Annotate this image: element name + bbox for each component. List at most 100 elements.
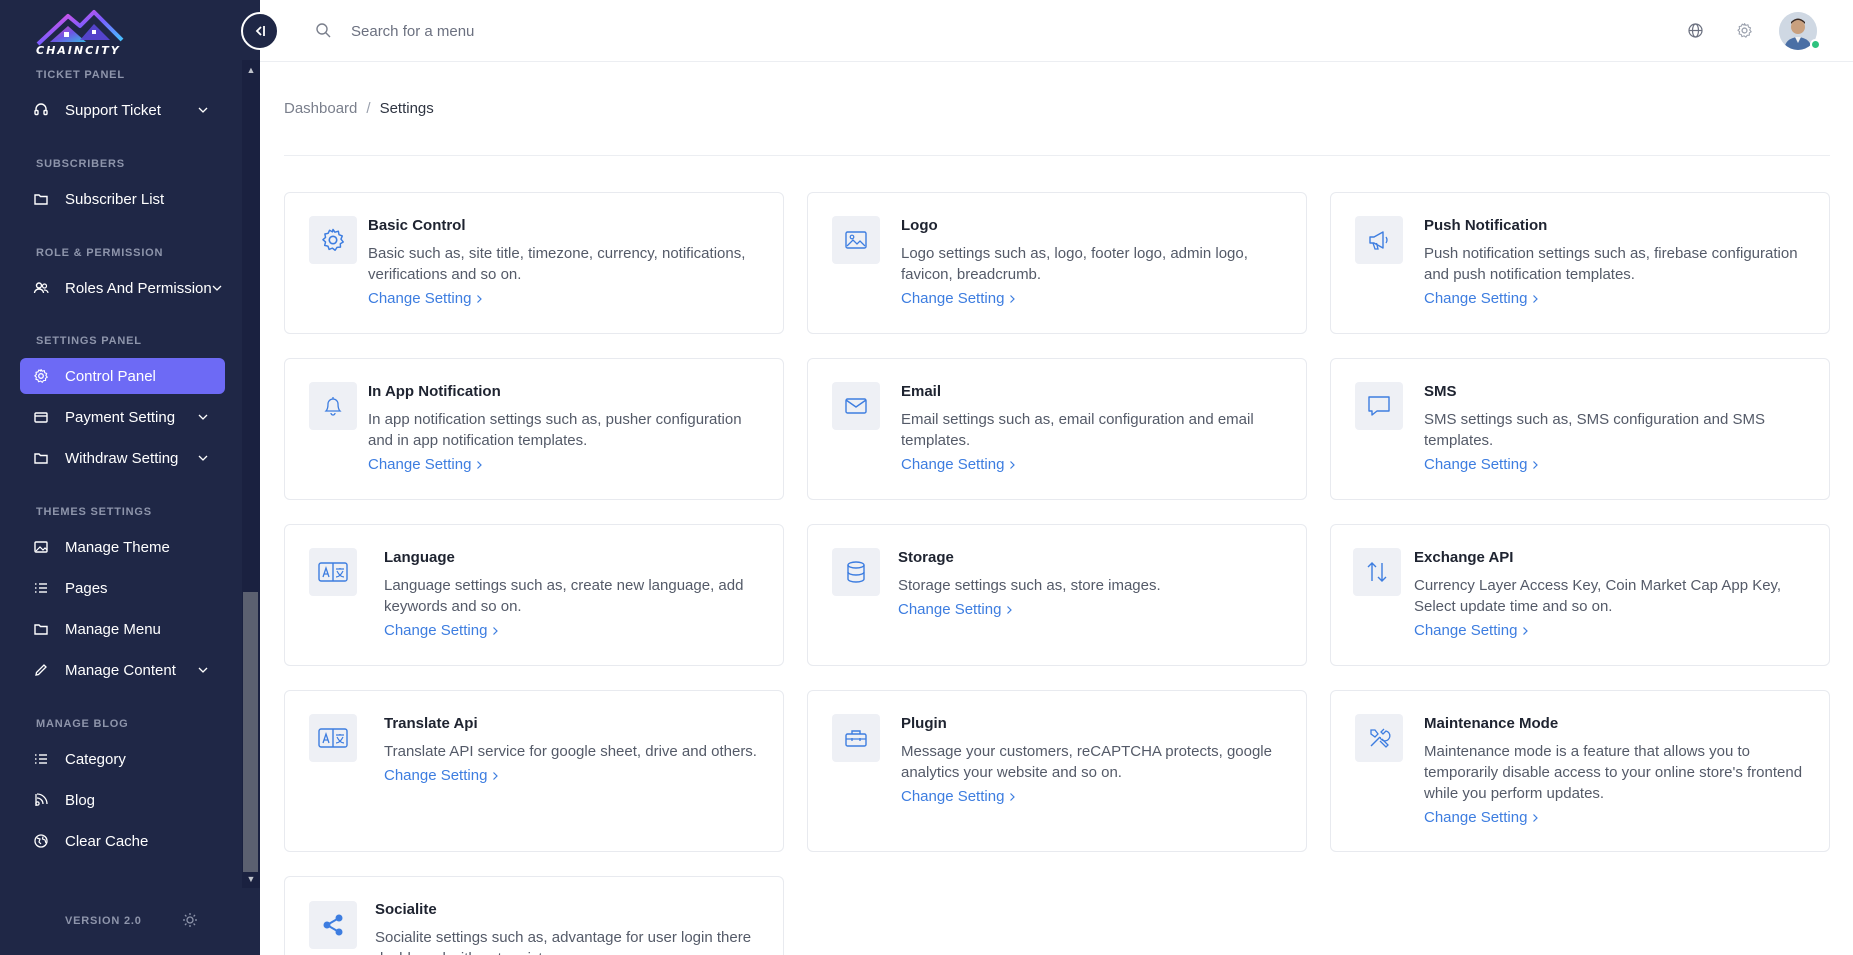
settings-card-translate-api[interactable]: Translate Api Translate API service for … — [284, 690, 784, 852]
sidebar-item-pages[interactable]: Pages — [20, 570, 225, 606]
sidebar-item-withdraw-setting[interactable]: Withdraw Setting — [20, 440, 225, 476]
sidebar-item-label: Support Ticket — [65, 101, 161, 119]
change-setting-link[interactable]: Change Setting — [368, 456, 483, 473]
change-setting-label: Change Setting — [901, 456, 1005, 473]
change-setting-link[interactable]: Change Setting — [384, 767, 499, 784]
list-icon — [33, 580, 49, 596]
section-title-manage-blog: MANAGE BLOG — [36, 718, 129, 730]
chevron-right-icon — [1007, 605, 1013, 614]
section-title-ticket-panel: TICKET PANEL — [36, 69, 125, 81]
sidebar-item-payment-setting[interactable]: Payment Setting — [20, 399, 225, 435]
change-setting-link[interactable]: Change Setting — [901, 456, 1016, 473]
change-setting-label: Change Setting — [368, 290, 472, 307]
settings-gear-icon[interactable] — [1736, 22, 1753, 39]
settings-card-push-notification[interactable]: Push Notification Push notification sett… — [1330, 192, 1830, 334]
card-description: Push notification settings such as, fire… — [1424, 245, 1798, 283]
sun-icon[interactable] — [182, 912, 198, 928]
sidebar-item-manage-theme[interactable]: Manage Theme — [20, 529, 225, 565]
sidebar-item-support-ticket[interactable]: Support Ticket — [20, 92, 225, 128]
settings-card-language[interactable]: Language Language settings such as, crea… — [284, 524, 784, 666]
header-divider — [284, 155, 1830, 156]
settings-card-socialite[interactable]: Socialite Socialite settings such as, ad… — [284, 876, 784, 955]
section-title-themes-settings: THEMES SETTINGS — [36, 506, 152, 518]
search-input[interactable] — [351, 18, 751, 44]
pencil-icon — [33, 662, 49, 678]
globe-icon[interactable] — [1687, 22, 1704, 39]
settings-card-logo[interactable]: Logo Logo settings such as, logo, footer… — [807, 192, 1307, 334]
settings-card-in-app-notification[interactable]: In App Notification In app notification … — [284, 358, 784, 500]
chat-icon — [1355, 382, 1403, 430]
sidebar-item-label: Manage Menu — [65, 620, 161, 638]
sidebar-item-manage-menu[interactable]: Manage Menu — [20, 611, 225, 647]
breadcrumb-current: Settings — [379, 100, 434, 117]
card-description: Email settings such as, email configurat… — [901, 411, 1254, 449]
change-setting-label: Change Setting — [1424, 456, 1528, 473]
settings-card-sms[interactable]: SMS SMS settings such as, SMS configurat… — [1330, 358, 1830, 500]
gear-icon — [309, 216, 357, 264]
sidebar-item-clear-cache[interactable]: Clear Cache — [20, 823, 225, 859]
chevron-right-icon — [1533, 813, 1539, 822]
card-description: Basic such as, site title, timezone, cur… — [368, 245, 746, 283]
change-setting-link[interactable]: Change Setting — [1424, 290, 1539, 307]
chevron-right-icon — [1010, 460, 1016, 469]
change-setting-label: Change Setting — [384, 622, 488, 639]
card-description: Currency Layer Access Key, Coin Market C… — [1414, 577, 1782, 615]
change-setting-link[interactable]: Change Setting — [901, 290, 1016, 307]
change-setting-label: Change Setting — [901, 290, 1005, 307]
sidebar-item-label: Withdraw Setting — [65, 449, 179, 467]
chevron-right-icon — [493, 771, 499, 780]
wallet-icon — [33, 450, 49, 466]
online-status-dot — [1810, 39, 1821, 50]
change-setting-link[interactable]: Change Setting — [1414, 622, 1529, 639]
change-setting-link[interactable]: Change Setting — [368, 290, 483, 307]
translate-icon — [309, 548, 357, 596]
card-description: Maintenance mode is a feature that allow… — [1424, 743, 1803, 802]
sidebar-item-manage-content[interactable]: Manage Content — [20, 652, 225, 688]
scroll-up-icon[interactable]: ▲ — [245, 64, 257, 76]
globe-icon — [33, 833, 49, 849]
change-setting-label: Change Setting — [1424, 809, 1528, 826]
change-setting-link[interactable]: Change Setting — [898, 601, 1013, 618]
scroll-down-icon[interactable]: ▼ — [245, 873, 257, 885]
sidebar-item-blog[interactable]: Blog — [20, 782, 225, 818]
sidebar-item-category[interactable]: Category — [20, 741, 225, 777]
card-title: Maintenance Mode — [1424, 715, 1559, 732]
image-icon — [33, 539, 49, 555]
gear-icon — [33, 368, 49, 384]
chevron-down-icon — [212, 282, 222, 294]
change-setting-link[interactable]: Change Setting — [901, 788, 1016, 805]
settings-card-exchange-api[interactable]: Exchange API Currency Layer Access Key, … — [1330, 524, 1830, 666]
sidebar: CHAINCITY ▲ ▼ TICKET PANEL Support Ticke… — [0, 0, 279, 955]
sidebar-scrollbar-thumb[interactable] — [243, 592, 258, 872]
sidebar-item-label: Clear Cache — [65, 832, 149, 850]
version-label: VERSION 2.0 — [65, 915, 142, 927]
folder-icon — [33, 621, 49, 637]
chevron-down-icon — [197, 452, 209, 464]
settings-card-plugin[interactable]: Plugin Message your customers, reCAPTCHA… — [807, 690, 1307, 852]
settings-card-email[interactable]: Email Email settings such as, email conf… — [807, 358, 1307, 500]
sidebar-item-label: Manage Content — [65, 661, 176, 679]
settings-card-storage[interactable]: Storage Storage settings such as, store … — [807, 524, 1307, 666]
sidebar-collapse-button[interactable] — [241, 12, 279, 50]
sidebar-item-control-panel[interactable]: Control Panel — [20, 358, 225, 394]
chevron-right-icon — [1533, 294, 1539, 303]
folder-icon — [33, 191, 49, 207]
card-description: Message your customers, reCAPTCHA protec… — [901, 743, 1272, 781]
sidebar-item-label: Control Panel — [65, 367, 156, 385]
chevron-down-icon — [197, 411, 209, 423]
chevron-right-icon — [1010, 294, 1016, 303]
settings-card-basic-control[interactable]: Basic Control Basic such as, site title,… — [284, 192, 784, 334]
breadcrumb-dashboard-link[interactable]: Dashboard — [284, 100, 357, 117]
sidebar-item-label: Pages — [65, 579, 108, 597]
change-setting-label: Change Setting — [368, 456, 472, 473]
brand-logo[interactable]: CHAINCITY — [30, 4, 130, 57]
sidebar-item-roles-and-permission[interactable]: Roles And Permission — [20, 270, 225, 306]
change-setting-link[interactable]: Change Setting — [384, 622, 499, 639]
settings-card-maintenance-mode[interactable]: Maintenance Mode Maintenance mode is a f… — [1330, 690, 1830, 852]
change-setting-link[interactable]: Change Setting — [1424, 456, 1539, 473]
change-setting-link[interactable]: Change Setting — [1424, 809, 1539, 826]
sidebar-item-subscriber-list[interactable]: Subscriber List — [20, 181, 225, 217]
card-description: Translate API service for google sheet, … — [384, 743, 757, 760]
card-title: Translate Api — [384, 715, 478, 732]
section-title-subscribers: SUBSCRIBERS — [36, 158, 125, 170]
